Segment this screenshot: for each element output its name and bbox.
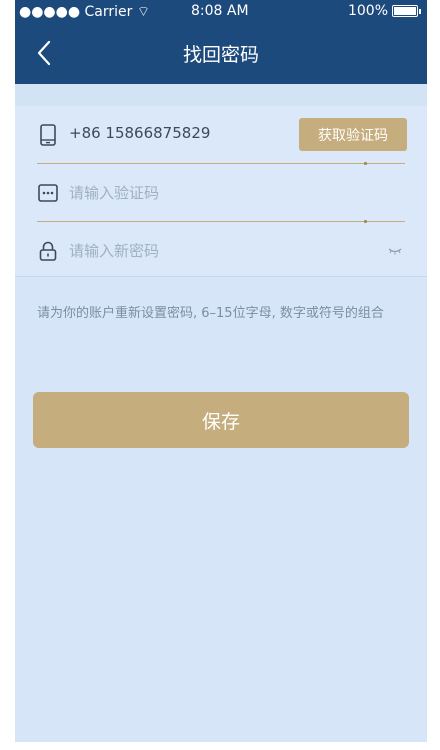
status-bar: ●●●●● Carrier ⌔ 8:08 AM 100% <box>15 0 427 22</box>
phone-icon <box>40 124 56 146</box>
verification-code-input[interactable]: 请输入验证码 <box>69 182 159 203</box>
message-dots-icon <box>38 184 58 202</box>
new-password-row: 请输入新密码 <box>15 222 427 280</box>
eye-closed-icon[interactable] <box>387 242 403 258</box>
phone-number-field[interactable]: +86 15866875829 <box>69 124 210 142</box>
reset-password-form: +86 15866875829 获取验证码 请输入验证码 请输入新密码 <box>15 106 427 277</box>
save-button[interactable]: 保存 <box>33 392 409 448</box>
page-title: 找回密码 <box>182 44 259 66</box>
nav-bar: 找回密码 <box>15 22 427 84</box>
phone-row: +86 15866875829 获取验证码 <box>15 106 427 164</box>
lock-icon <box>39 241 57 261</box>
battery-percent: 100% <box>347 3 388 19</box>
battery-full-icon <box>392 5 418 17</box>
battery-tip <box>419 8 421 14</box>
carrier-signal: ●●●●● Carrier ⌔ <box>19 4 151 20</box>
new-password-input[interactable]: 请输入新密码 <box>69 240 159 261</box>
app-screen: ●●●●● Carrier ⌔ 8:08 AM 100% 找回密码 +86 15… <box>15 0 427 742</box>
battery-status: 100% <box>348 3 421 19</box>
top-spacer <box>15 84 427 106</box>
password-rule-hint: 请为你的账户重新设置密码, 6–15位字母, 数字或符号的组合 <box>37 306 384 321</box>
get-verification-code-button[interactable]: 获取验证码 <box>299 118 407 151</box>
status-time: 8:08 AM <box>191 3 249 19</box>
verification-code-row: 请输入验证码 <box>15 164 427 222</box>
